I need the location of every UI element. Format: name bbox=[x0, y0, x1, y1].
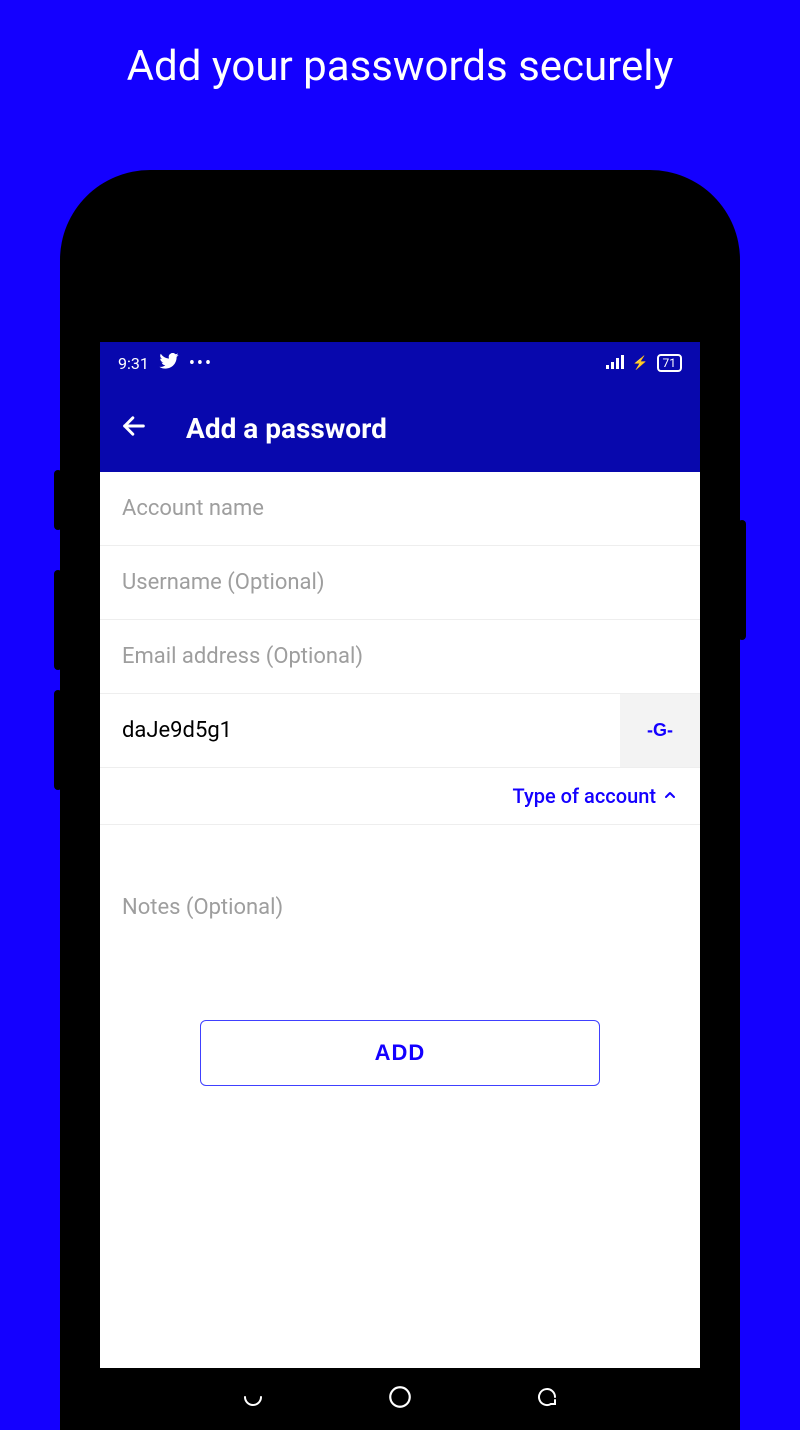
password-row: -G- bbox=[100, 694, 700, 768]
nav-recent-button[interactable] bbox=[241, 1385, 265, 1413]
nav-home-button[interactable] bbox=[387, 1384, 413, 1414]
type-label: Type of account bbox=[513, 784, 656, 808]
back-button[interactable] bbox=[120, 412, 148, 444]
marketing-title: Add your passwords securely bbox=[0, 0, 800, 91]
side-button bbox=[738, 520, 746, 640]
account-name-input[interactable] bbox=[100, 472, 700, 546]
status-bar: 9:31 ••• ⚡ 71 bbox=[100, 342, 700, 384]
email-input[interactable] bbox=[100, 620, 700, 694]
battery-indicator: 71 bbox=[657, 354, 683, 372]
twitter-icon bbox=[159, 353, 179, 373]
more-icon: ••• bbox=[189, 353, 213, 374]
side-button bbox=[54, 570, 62, 670]
arrow-left-icon bbox=[120, 412, 148, 440]
page-title: Add a password bbox=[186, 412, 387, 445]
side-button bbox=[54, 690, 62, 790]
generate-password-button[interactable]: -G- bbox=[620, 694, 700, 767]
app-bar: Add a password bbox=[100, 384, 700, 472]
username-input[interactable] bbox=[100, 546, 700, 620]
notes-input[interactable] bbox=[100, 825, 700, 1010]
add-password-form: -G- Type of account ADD bbox=[100, 472, 700, 1086]
nav-back-button[interactable] bbox=[535, 1385, 559, 1413]
add-button[interactable]: ADD bbox=[200, 1020, 600, 1086]
signal-icon bbox=[606, 354, 624, 373]
password-input[interactable] bbox=[100, 694, 620, 767]
type-of-account-toggle[interactable]: Type of account bbox=[100, 768, 700, 825]
app-screen: 9:31 ••• ⚡ 71 Add a password bbox=[100, 342, 700, 1368]
phone-frame: 9:31 ••• ⚡ 71 Add a password bbox=[60, 170, 740, 1430]
status-time: 9:31 bbox=[118, 354, 149, 373]
side-button bbox=[54, 470, 62, 530]
chevron-up-icon bbox=[662, 784, 678, 808]
charging-icon: ⚡ bbox=[632, 356, 648, 371]
android-nav-bar bbox=[100, 1368, 700, 1430]
